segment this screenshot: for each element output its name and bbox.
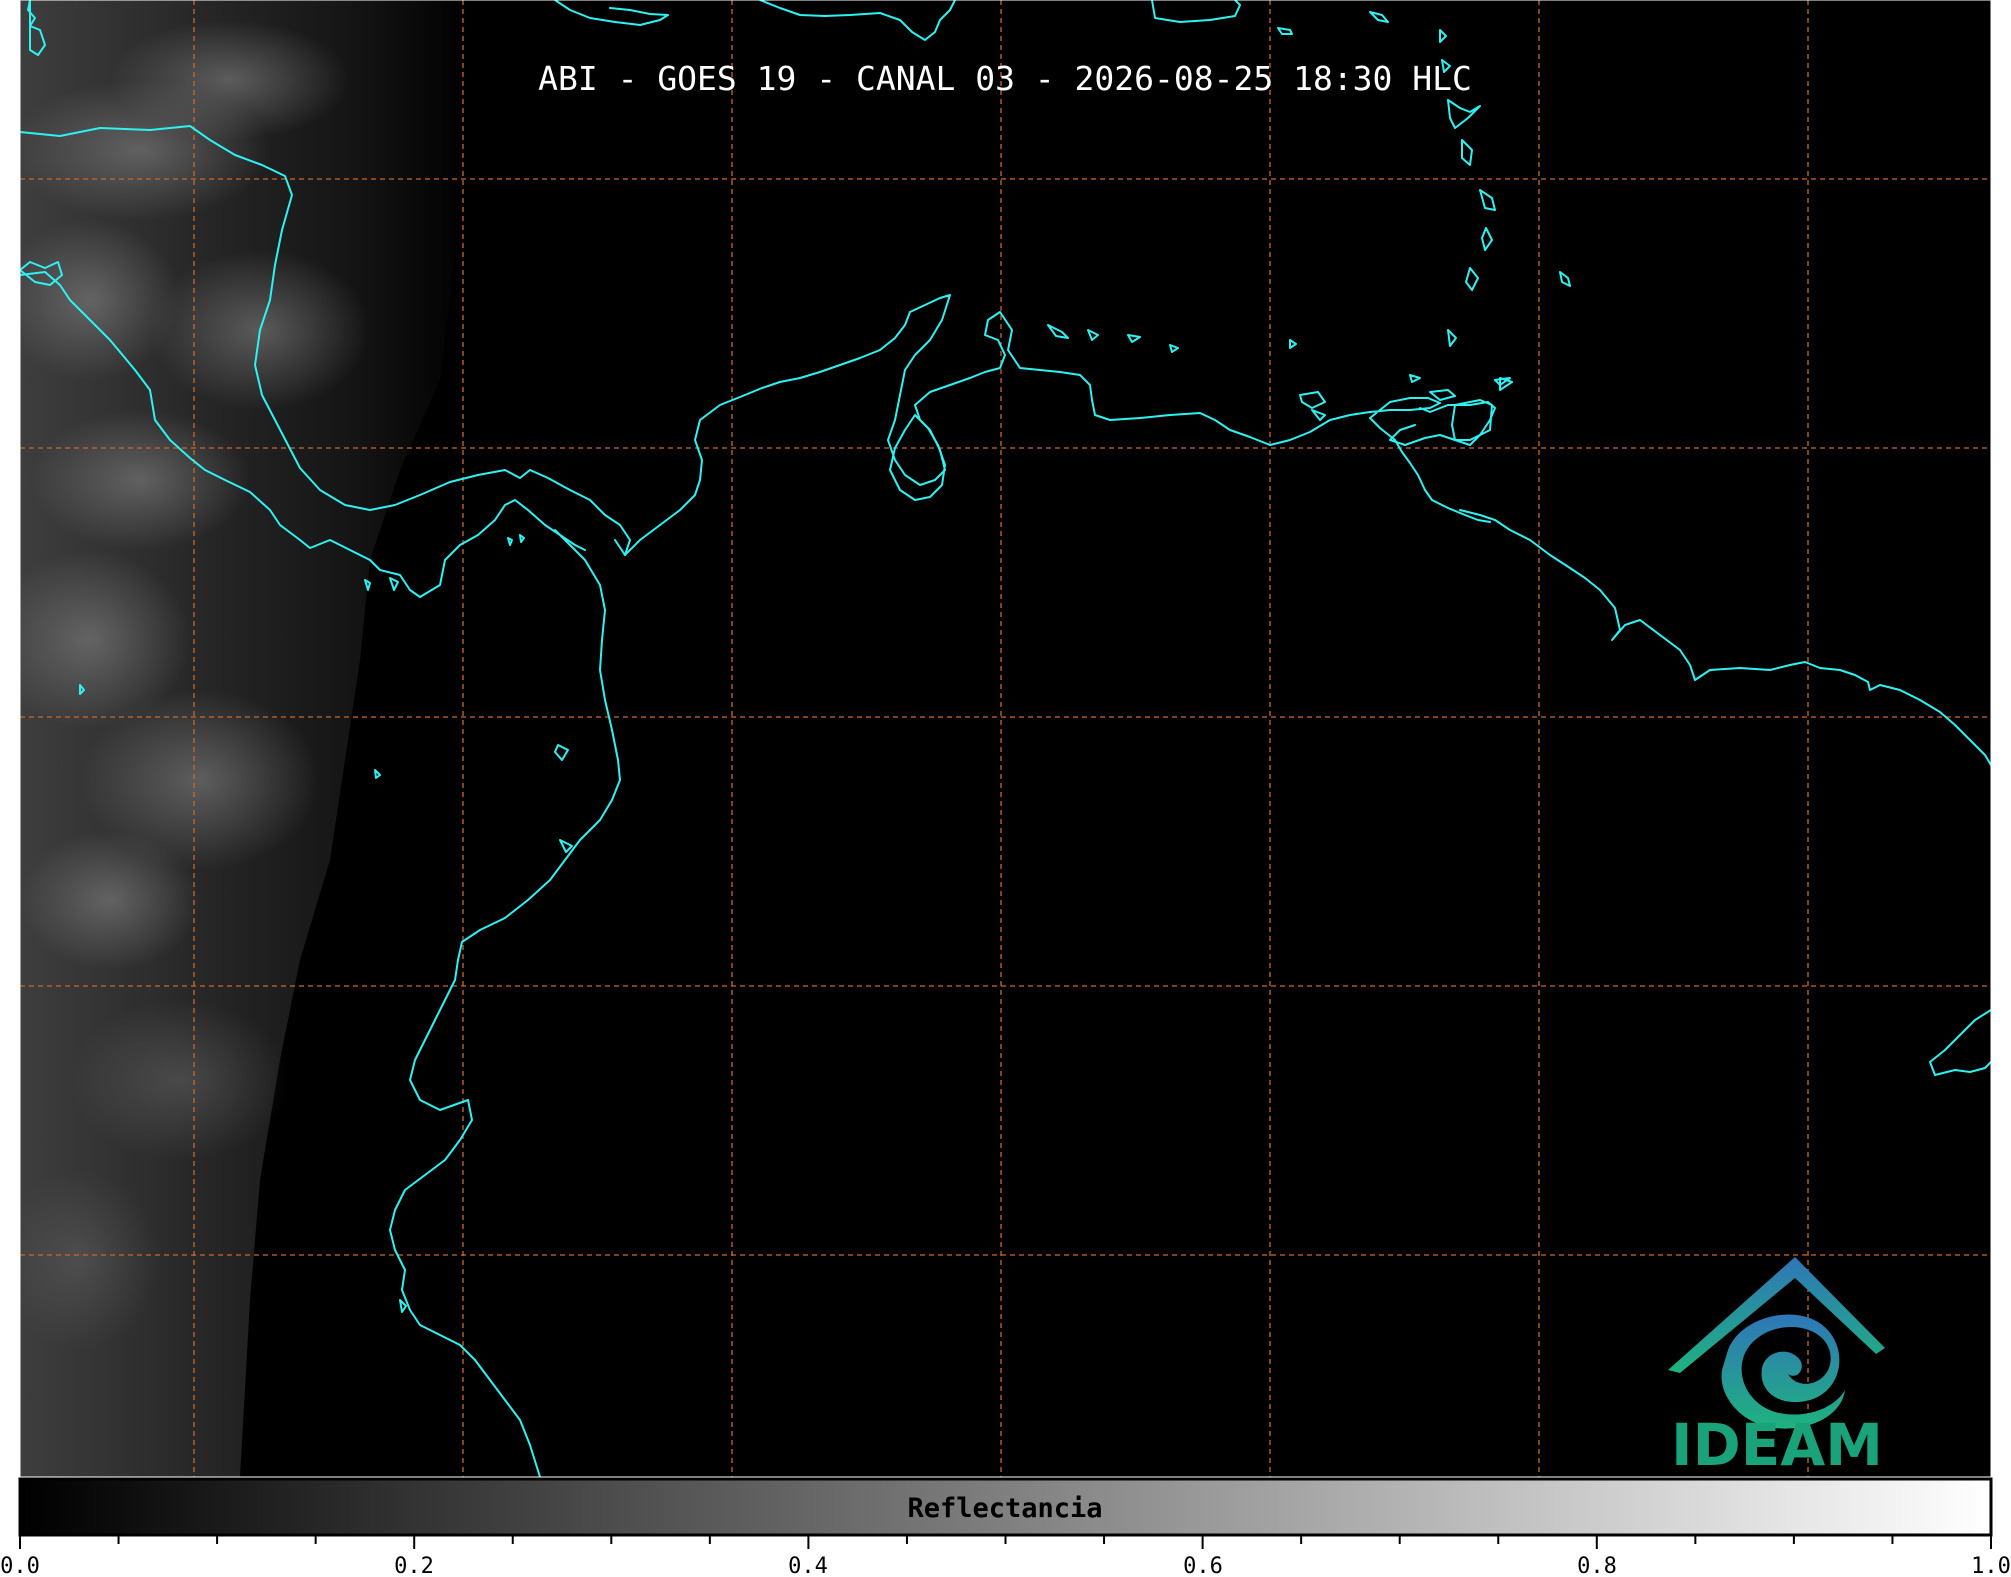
colorbar-tick-label: 0.4 bbox=[788, 1554, 828, 1577]
colorbar-label: Reflectancia bbox=[907, 1493, 1102, 1524]
colorbar-tick-label: 0.8 bbox=[1577, 1554, 1617, 1577]
logo-text: IDEAM bbox=[1671, 1411, 1883, 1479]
colorbar-tick-label: 1.0 bbox=[1971, 1554, 2011, 1577]
satellite-map: ABI - GOES 19 - CANAL 03 - 2026-08-25 18… bbox=[0, 0, 2011, 1577]
colorbar-ticks bbox=[19, 1535, 1992, 1549]
map-title: ABI - GOES 19 - CANAL 03 - 2026-08-25 18… bbox=[538, 59, 1472, 98]
map-area: ABI - GOES 19 - CANAL 03 - 2026-08-25 18… bbox=[20, 0, 1991, 1479]
colorbar-tick-label: 0.0 bbox=[0, 1554, 40, 1577]
satellite-image-viewer: ABI - GOES 19 - CANAL 03 - 2026-08-25 18… bbox=[0, 0, 2011, 1577]
colorbar-tick-label: 0.6 bbox=[1183, 1554, 1223, 1577]
colorbar-tick-label: 0.2 bbox=[394, 1554, 434, 1577]
colorbar: Reflectancia 0.0 0.2 0.4 0.6 0.8 1.0 bbox=[0, 1477, 2011, 1577]
